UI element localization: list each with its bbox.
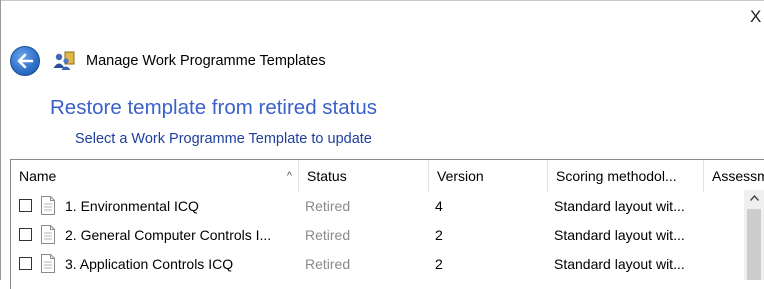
row-status: Retired bbox=[305, 256, 351, 272]
table-row[interactable]: 1. Environmental ICQ Retired 4 Standard … bbox=[11, 192, 764, 221]
column-header-label: Scoring methodol... bbox=[556, 168, 677, 184]
wizard-header: Manage Work Programme Templates bbox=[10, 44, 750, 78]
column-header-version[interactable]: Version bbox=[429, 160, 548, 192]
sort-ascending-icon: ^ bbox=[286, 170, 292, 182]
templates-list[interactable]: Name ^ Status Version Scoring methodol..… bbox=[10, 159, 764, 289]
row-name: 2. General Computer Controls I... bbox=[65, 227, 272, 243]
window-left-border bbox=[0, 0, 1, 280]
column-header-scoring[interactable]: Scoring methodol... bbox=[548, 160, 704, 192]
document-icon bbox=[41, 225, 55, 244]
window-top-border bbox=[0, 0, 764, 1]
close-icon: X bbox=[750, 7, 762, 26]
row-checkbox[interactable] bbox=[19, 257, 32, 270]
row-version: 2 bbox=[435, 256, 443, 272]
row-scoring: Standard layout wit... bbox=[554, 256, 685, 272]
document-icon bbox=[41, 254, 55, 273]
row-version: 2 bbox=[435, 227, 443, 243]
people-shield-icon bbox=[52, 50, 76, 72]
vertical-scrollbar[interactable] bbox=[744, 190, 764, 280]
row-status: Retired bbox=[305, 198, 351, 214]
column-header-label: Status bbox=[307, 168, 347, 184]
column-header-status[interactable]: Status bbox=[299, 160, 429, 192]
row-name: 1. Environmental ICQ bbox=[65, 198, 199, 214]
table-row[interactable]: 3. Application Controls ICQ Retired 2 St… bbox=[11, 250, 764, 279]
row-name: 3. Application Controls ICQ bbox=[65, 256, 234, 272]
row-scoring: Standard layout wit... bbox=[554, 198, 685, 214]
table-row[interactable]: 2. General Computer Controls I... Retire… bbox=[11, 221, 764, 250]
column-header-label: Name bbox=[19, 168, 57, 184]
row-status: Retired bbox=[305, 227, 351, 243]
document-icon bbox=[41, 196, 55, 215]
list-header: Name ^ Status Version Scoring methodol..… bbox=[11, 160, 764, 192]
row-checkbox[interactable] bbox=[19, 199, 32, 212]
column-header-name[interactable]: Name ^ bbox=[11, 160, 299, 192]
row-scoring: Standard layout wit... bbox=[554, 227, 685, 243]
close-button[interactable]: X bbox=[750, 6, 764, 28]
chevron-up-icon bbox=[749, 194, 759, 201]
column-header-label: Assessm bbox=[712, 168, 764, 184]
row-version: 4 bbox=[435, 198, 443, 214]
row-checkbox[interactable] bbox=[19, 228, 32, 241]
scroll-thumb[interactable] bbox=[747, 209, 761, 280]
column-header-assessment[interactable]: Assessm bbox=[704, 160, 764, 192]
column-header-label: Version bbox=[437, 168, 484, 184]
page-subheading: Select a Work Programme Template to upda… bbox=[75, 131, 372, 147]
header-title: Manage Work Programme Templates bbox=[86, 53, 326, 69]
page-heading: Restore template from retired status bbox=[50, 96, 377, 119]
scroll-up-button[interactable] bbox=[744, 190, 764, 207]
back-button[interactable] bbox=[10, 46, 40, 76]
back-arrow-icon bbox=[17, 53, 34, 69]
